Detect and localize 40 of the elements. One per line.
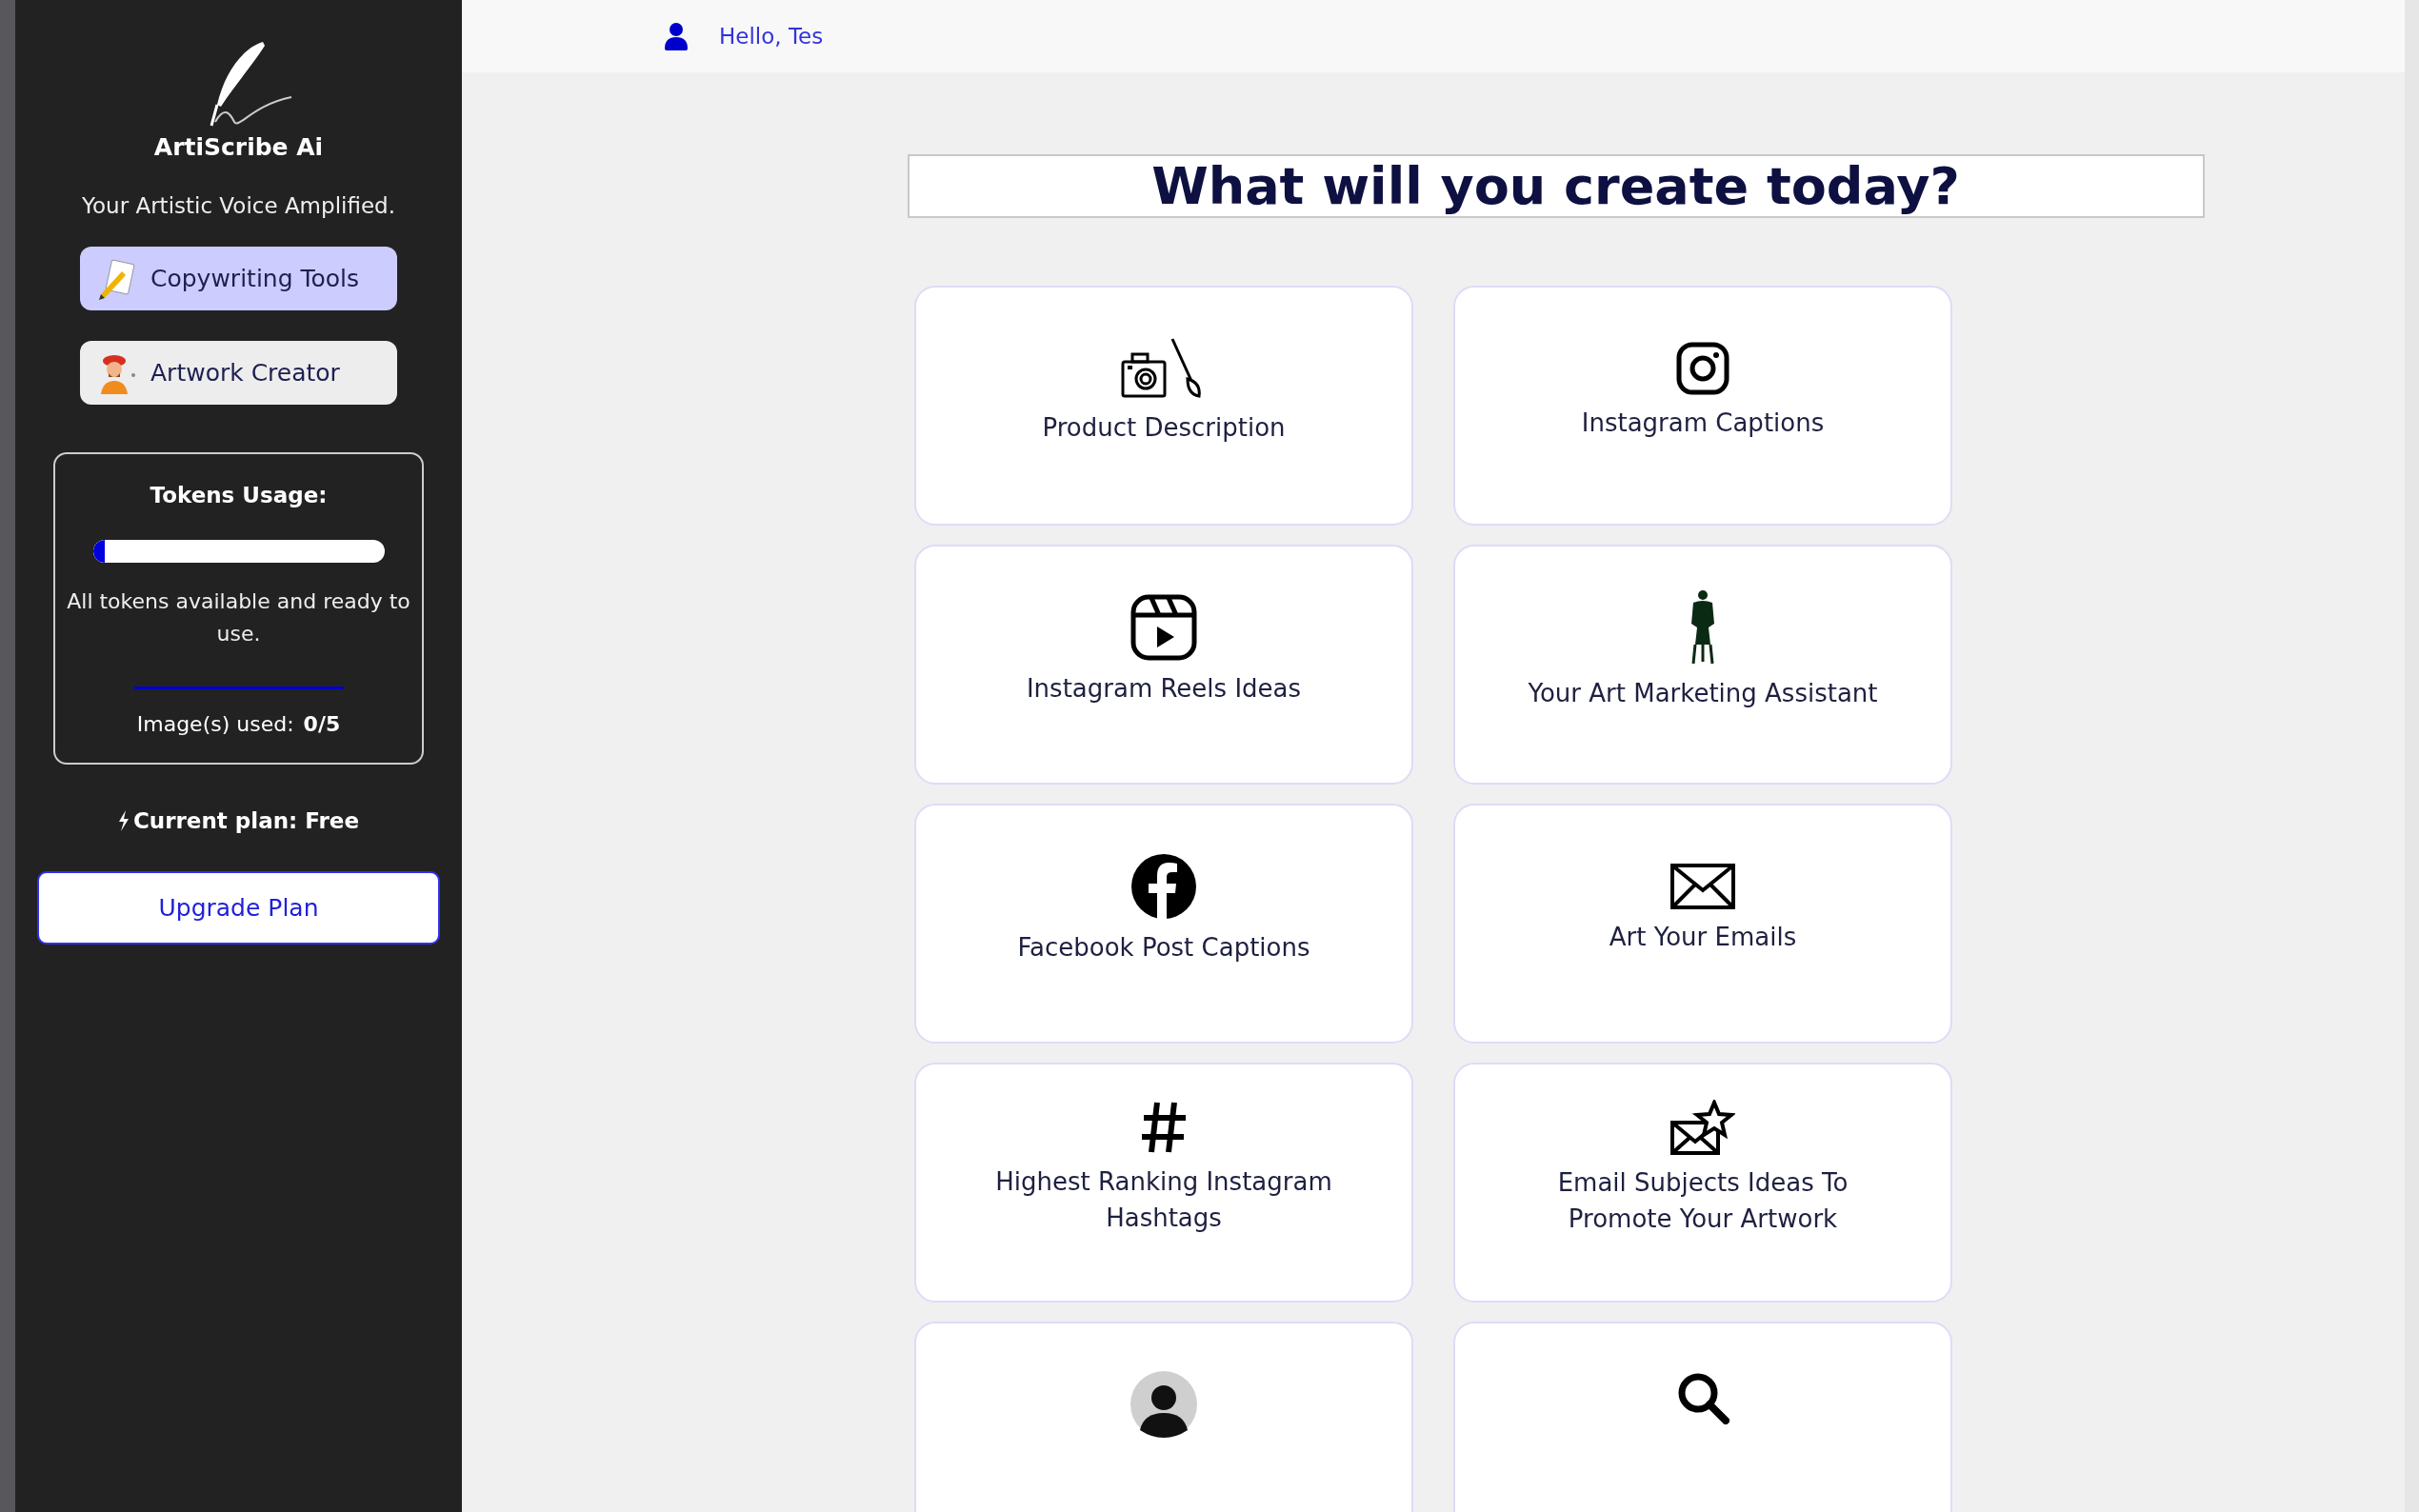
nav-button[interactable]: Artwork Creator	[80, 341, 397, 405]
tokens-message: All tokens available and ready to use.	[66, 588, 411, 647]
envelope-star-icon	[1670, 1100, 1735, 1155]
user-icon	[664, 22, 689, 50]
hashtag-icon	[1140, 1101, 1188, 1154]
lightning-icon	[117, 810, 130, 831]
tool-card[interactable]: Product Description	[914, 286, 1413, 526]
card-title: Highest Ranking Instagram Hashtags	[994, 1166, 1333, 1234]
card-title: Your Art Marketing Assistant	[1527, 678, 1879, 709]
card-title: Art Your Emails	[1608, 922, 1798, 953]
tool-card[interactable]: Instagram Reels Ideas	[914, 545, 1413, 785]
tagline: Your Artistic Voice Amplified.	[82, 193, 395, 218]
facebook-icon	[1130, 853, 1197, 920]
tool-card[interactable]: Instagram Captions	[1453, 286, 1952, 526]
images-used-value: 0/5	[303, 712, 341, 736]
nav-button[interactable]: Copywriting Tools	[80, 247, 397, 310]
instagram-icon	[1676, 342, 1729, 395]
card-title: Instagram Captions	[1580, 408, 1826, 439]
card-title: Product Description	[1041, 412, 1287, 444]
card-title: Instagram Reels Ideas	[1025, 673, 1303, 705]
search-icon	[1676, 1371, 1729, 1424]
tokens-title: Tokens Usage:	[150, 483, 328, 507]
tool-card[interactable]: Highest Ranking Instagram Hashtags	[914, 1063, 1413, 1303]
upgrade-plan-button[interactable]: Upgrade Plan	[37, 871, 440, 945]
tool-card[interactable]: Art Your Emails	[1453, 804, 1952, 1044]
tool-card[interactable]: Email Subjects Ideas To Promote Your Artwork	[1453, 1063, 1952, 1303]
page-heading: What will you create today?	[907, 154, 2205, 218]
greeting-text: Hello, Tes	[719, 24, 824, 49]
tool-card[interactable]: Facebook Post Captions	[914, 804, 1413, 1044]
images-used-label: Image(s) used:	[136, 712, 294, 736]
card-title: Facebook Post Captions	[1016, 932, 1311, 964]
current-plan: Current plan: Free	[132, 808, 360, 833]
tool-card[interactable]	[1453, 1322, 1952, 1512]
envelope-icon	[1670, 864, 1735, 909]
tool-card[interactable]: Your Art Marketing Assistant	[1453, 545, 1952, 785]
video-play-icon	[1130, 594, 1197, 661]
avatar-icon	[1130, 1371, 1197, 1438]
card-title: Email Subjects Ideas To Promote Your Artwork	[1556, 1167, 1849, 1235]
brand-name: ArtiScribe Ai	[153, 133, 324, 161]
tool-card[interactable]	[914, 1322, 1413, 1512]
